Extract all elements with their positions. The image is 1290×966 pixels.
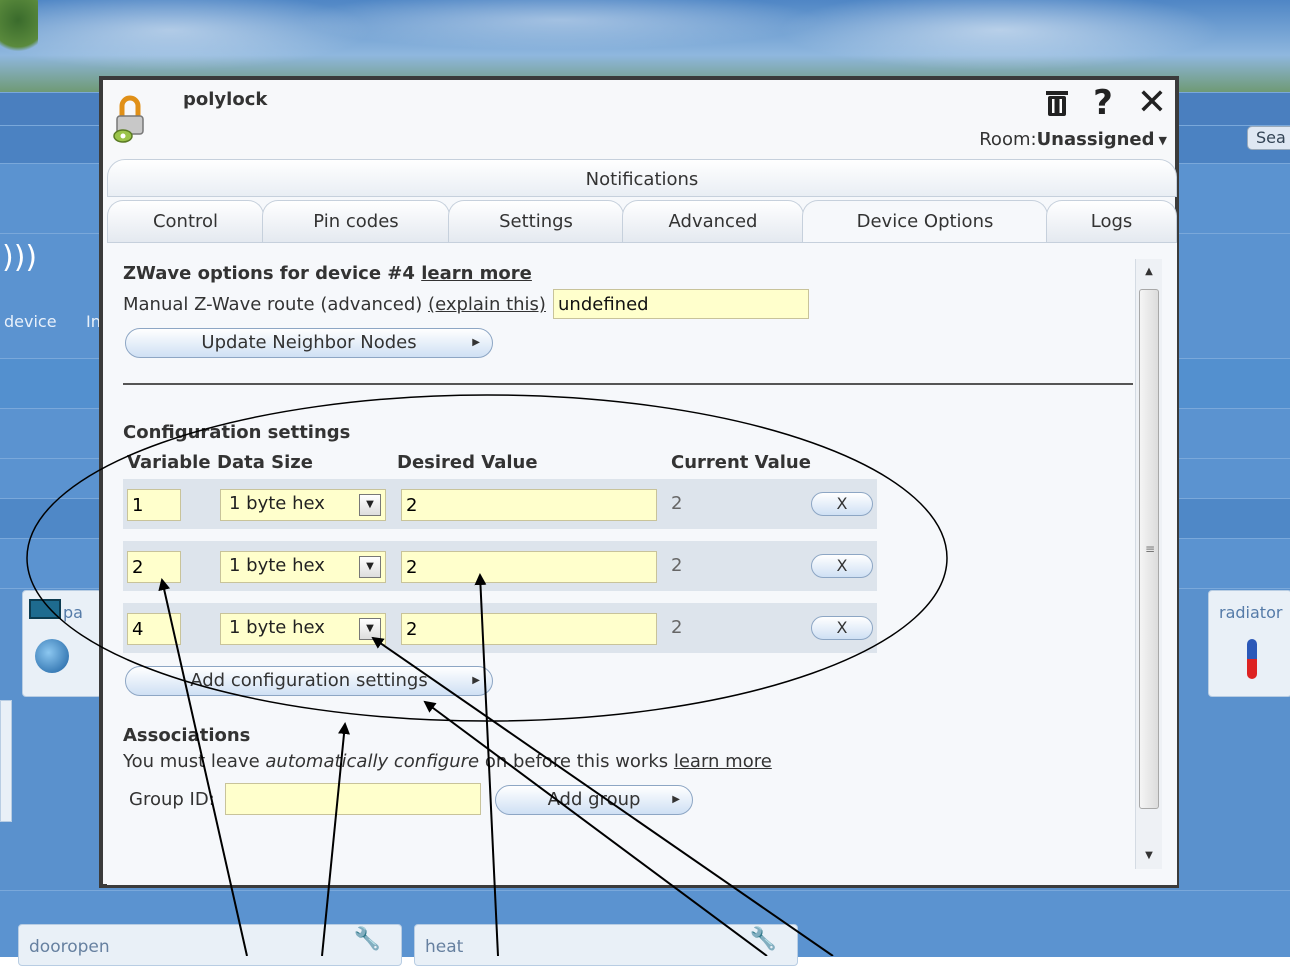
explain-link[interactable]: (explain this)	[428, 294, 546, 315]
route-label: Manual Z-Wave route (advanced)	[123, 294, 423, 315]
play-arrow-icon: ▶	[472, 337, 480, 348]
thermometer-icon	[1247, 639, 1257, 679]
tab-logs[interactable]: Logs	[1046, 200, 1177, 242]
note-italic: automatically configure	[265, 751, 480, 772]
column-current-value: Current Value	[671, 452, 811, 473]
column-variable: Variable	[127, 452, 211, 473]
nav-item-device[interactable]: device	[4, 312, 57, 331]
scroll-down-icon[interactable]: ▼	[1136, 843, 1162, 869]
room-value: Unassigned	[1036, 129, 1155, 150]
close-icon[interactable]: ✕	[1137, 85, 1167, 121]
tv-icon	[29, 599, 61, 619]
remove-setting-button[interactable]: X	[811, 492, 873, 516]
device-card-radiator[interactable]: radiator	[1208, 590, 1290, 697]
desired-value-input[interactable]	[401, 551, 657, 583]
associations-learn-more-link[interactable]: learn more	[674, 751, 772, 772]
current-value: 2	[671, 555, 683, 576]
remove-setting-button[interactable]: X	[811, 554, 873, 578]
config-row: 1 byte hex ▼ 2 X	[123, 541, 877, 591]
data-size-value: 1 byte hex	[229, 493, 325, 514]
search-box[interactable]: Sea	[1247, 126, 1290, 150]
chevron-down-icon[interactable]: ▼	[359, 618, 381, 640]
device-card[interactable]: pa	[22, 590, 102, 697]
config-row: 1 byte hex ▼ 2 X	[123, 479, 877, 529]
current-value: 2	[671, 493, 683, 514]
tab-bar: Control Pin codes Settings Advanced Devi…	[107, 200, 1177, 244]
help-icon[interactable]: ?	[1093, 86, 1113, 120]
data-size-select[interactable]: 1 byte hex ▼	[220, 489, 386, 521]
tab-pin-codes[interactable]: Pin codes	[262, 200, 450, 242]
zwave-options-heading: ZWave options for device #4 learn more	[123, 263, 532, 284]
note-prefix: You must leave	[123, 751, 266, 772]
chevron-down-icon[interactable]: ▼	[359, 494, 381, 516]
device-card-label: pa	[63, 603, 83, 622]
route-input[interactable]	[553, 289, 809, 319]
scrollbar-thumb[interactable]: ≡	[1139, 289, 1159, 809]
add-group-button[interactable]: Add group ▶	[495, 785, 693, 815]
header-actions: ? ✕	[1045, 85, 1167, 121]
variable-input[interactable]	[127, 551, 181, 583]
lock-icon	[113, 95, 144, 143]
desired-value-input[interactable]	[401, 613, 657, 645]
zwave-options-title: ZWave options for device #4	[123, 263, 415, 284]
variable-input[interactable]	[127, 489, 181, 521]
update-neighbor-nodes-label: Update Neighbor Nodes	[201, 332, 417, 353]
device-icon	[35, 639, 69, 673]
group-id-input[interactable]	[225, 783, 481, 815]
divider	[123, 383, 1133, 385]
room-selector[interactable]: Room:Unassigned ▼	[979, 129, 1167, 150]
add-group-label: Add group	[547, 789, 641, 810]
chevron-down-icon: ▼	[1158, 133, 1167, 147]
scene-card[interactable]: heat 🔧	[414, 924, 798, 966]
data-size-select[interactable]: 1 byte hex ▼	[220, 613, 386, 645]
scroll-up-icon[interactable]: ▲	[1136, 259, 1162, 285]
add-configuration-settings-button[interactable]: Add configuration settings ▶	[125, 666, 493, 696]
tab-device-options[interactable]: Device Options	[802, 200, 1048, 244]
signal-icon[interactable]: )))	[2, 240, 37, 275]
data-size-select[interactable]: 1 byte hex ▼	[220, 551, 386, 583]
column-data-size: Data Size	[217, 452, 313, 473]
config-row: 1 byte hex ▼ 2 X	[123, 603, 877, 653]
trash-icon[interactable]	[1045, 89, 1069, 117]
note-suffix: on before this works	[479, 751, 674, 772]
tab-advanced[interactable]: Advanced	[622, 200, 804, 242]
tab-control[interactable]: Control	[107, 200, 264, 242]
desired-value-input[interactable]	[401, 489, 657, 521]
chevron-down-icon[interactable]: ▼	[359, 556, 381, 578]
add-configuration-settings-label: Add configuration settings	[190, 670, 428, 691]
room-label: Room:	[979, 129, 1037, 150]
play-arrow-icon: ▶	[472, 675, 480, 686]
configuration-settings-heading: Configuration settings	[123, 422, 351, 443]
data-size-value: 1 byte hex	[229, 555, 325, 576]
remove-setting-button[interactable]: X	[811, 616, 873, 640]
device-dialog: polylock ? ✕ Room:Unassigned ▼ Notificati…	[99, 76, 1179, 888]
device-card-label: radiator	[1219, 603, 1283, 622]
associations-heading: Associations	[123, 725, 251, 746]
scene-card[interactable]: dooropen 🔧	[18, 924, 402, 966]
device-options-panel: ZWave options for device #4 learn more M…	[107, 242, 1177, 885]
route-row: Manual Z-Wave route (advanced) (explain …	[123, 294, 546, 315]
play-arrow-icon: ▶	[672, 794, 680, 805]
group-id-label: Group ID:	[129, 789, 215, 810]
dialog-header: polylock ? ✕ Room:Unassigned ▼	[103, 80, 1175, 160]
associations-note: You must leave automatically configure o…	[123, 751, 772, 772]
wrench-icon[interactable]: 🔧	[750, 927, 777, 952]
scene-card-label: heat	[425, 937, 464, 957]
current-value: 2	[671, 617, 683, 638]
tab-notifications[interactable]: Notifications	[107, 159, 1177, 197]
variable-input[interactable]	[127, 613, 181, 645]
scene-card-label: dooropen	[29, 937, 110, 957]
wrench-icon[interactable]: 🔧	[354, 927, 381, 952]
learn-more-link[interactable]: learn more	[421, 263, 532, 284]
device-title: polylock	[183, 89, 268, 110]
column-desired-value: Desired Value	[397, 452, 538, 473]
update-neighbor-nodes-button[interactable]: Update Neighbor Nodes ▶	[125, 328, 493, 358]
data-size-value: 1 byte hex	[229, 617, 325, 638]
tree-graphic	[0, 0, 38, 60]
grip-icon: ≡	[1145, 542, 1156, 556]
tab-settings[interactable]: Settings	[448, 200, 624, 242]
side-panel	[0, 700, 12, 822]
vertical-scrollbar[interactable]: ▲ ≡ ▼	[1135, 259, 1162, 869]
